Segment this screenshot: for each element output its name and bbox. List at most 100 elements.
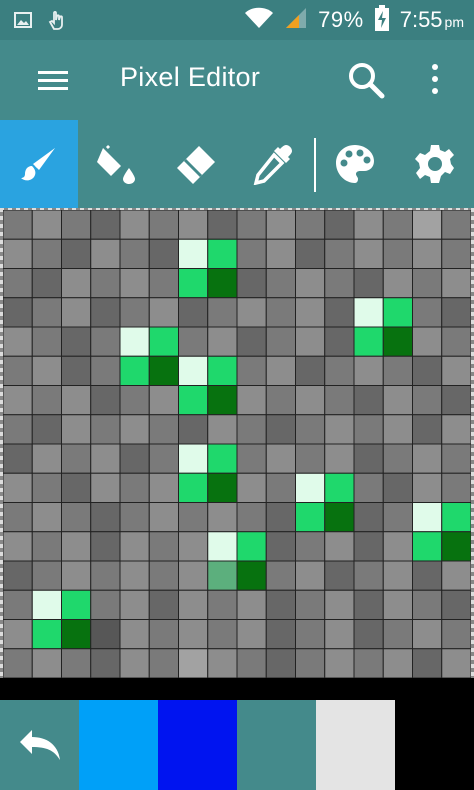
- pixel-cell[interactable]: [178, 531, 209, 562]
- pixel-cell[interactable]: [148, 531, 179, 562]
- pixel-cell[interactable]: [3, 589, 33, 620]
- pixel-cell[interactable]: [119, 326, 150, 357]
- pixel-cell[interactable]: [295, 210, 326, 240]
- pixel-cell[interactable]: [119, 443, 150, 474]
- pixel-cell[interactable]: [207, 531, 238, 562]
- pixel-cell[interactable]: [324, 472, 355, 503]
- pixel-cell[interactable]: [90, 531, 121, 562]
- pixel-cell[interactable]: [441, 355, 471, 386]
- pixel-cell[interactable]: [178, 238, 209, 269]
- pixel-cell[interactable]: [90, 268, 121, 299]
- pixel-cell[interactable]: [265, 589, 296, 620]
- eraser-tool-button[interactable]: [156, 120, 234, 208]
- pixel-cell[interactable]: [295, 648, 326, 678]
- pixel-cell[interactable]: [31, 297, 62, 328]
- pixel-cell[interactable]: [236, 355, 267, 386]
- pixel-cell[interactable]: [148, 560, 179, 591]
- pixel-cell[interactable]: [236, 414, 267, 445]
- pixel-cell[interactable]: [412, 589, 443, 620]
- pixel-cell[interactable]: [61, 326, 92, 357]
- pixel-cell[interactable]: [441, 414, 471, 445]
- pixel-cell[interactable]: [31, 326, 62, 357]
- pixel-cell[interactable]: [441, 238, 471, 269]
- pixel-cell[interactable]: [148, 385, 179, 416]
- pixel-cell[interactable]: [119, 355, 150, 386]
- pixel-cell[interactable]: [178, 443, 209, 474]
- pixel-cell[interactable]: [119, 268, 150, 299]
- pixel-cell[interactable]: [236, 472, 267, 503]
- pixel-cell[interactable]: [295, 414, 326, 445]
- pixel-cell[interactable]: [61, 268, 92, 299]
- pixel-cell[interactable]: [412, 326, 443, 357]
- pixel-cell[interactable]: [382, 560, 413, 591]
- pixel-cell[interactable]: [3, 355, 33, 386]
- pixel-cell[interactable]: [31, 210, 62, 240]
- pixel-cell[interactable]: [236, 560, 267, 591]
- pixel-cell[interactable]: [265, 619, 296, 650]
- pixel-cell[interactable]: [412, 297, 443, 328]
- pixel-cell[interactable]: [31, 385, 62, 416]
- pixel-cell[interactable]: [119, 531, 150, 562]
- pixel-cell[interactable]: [353, 414, 384, 445]
- pixel-cell[interactable]: [178, 355, 209, 386]
- pixel-cell[interactable]: [441, 385, 471, 416]
- pixel-cell[interactable]: [441, 619, 471, 650]
- pixel-cell[interactable]: [207, 326, 238, 357]
- pixel-cell[interactable]: [236, 619, 267, 650]
- pixel-cell[interactable]: [412, 385, 443, 416]
- pixel-cell[interactable]: [441, 326, 471, 357]
- pixel-cell[interactable]: [441, 297, 471, 328]
- pixel-cell[interactable]: [236, 210, 267, 240]
- pixel-cell[interactable]: [295, 531, 326, 562]
- pixel-cell[interactable]: [295, 238, 326, 269]
- pixel-cell[interactable]: [412, 619, 443, 650]
- pixel-cell[interactable]: [178, 648, 209, 678]
- pixel-cell[interactable]: [119, 648, 150, 678]
- pixel-cell[interactable]: [148, 268, 179, 299]
- pixel-cell[interactable]: [61, 589, 92, 620]
- pixel-cell[interactable]: [31, 268, 62, 299]
- pixel-cell[interactable]: [178, 268, 209, 299]
- pixel-cell[interactable]: [90, 472, 121, 503]
- pixel-cell[interactable]: [90, 502, 121, 533]
- pixel-cell[interactable]: [295, 297, 326, 328]
- pixel-cell[interactable]: [148, 443, 179, 474]
- pixel-cell[interactable]: [382, 385, 413, 416]
- pixel-cell[interactable]: [412, 472, 443, 503]
- color-swatch-light-blue[interactable]: [79, 700, 158, 790]
- pixel-cell[interactable]: [441, 531, 471, 562]
- pixel-cell[interactable]: [353, 268, 384, 299]
- eyedropper-tool-button[interactable]: [234, 120, 312, 208]
- pixel-cell[interactable]: [148, 238, 179, 269]
- pixel-cell[interactable]: [236, 648, 267, 678]
- pixel-cell[interactable]: [382, 355, 413, 386]
- pixel-cell[interactable]: [236, 443, 267, 474]
- pixel-cell[interactable]: [148, 648, 179, 678]
- pixel-cell[interactable]: [324, 297, 355, 328]
- pixel-cell[interactable]: [61, 238, 92, 269]
- pixel-cell[interactable]: [265, 648, 296, 678]
- pixel-cell[interactable]: [382, 210, 413, 240]
- undo-button[interactable]: [0, 700, 79, 790]
- pixel-cell[interactable]: [324, 268, 355, 299]
- pixel-cell[interactable]: [265, 268, 296, 299]
- pixel-cell[interactable]: [148, 619, 179, 650]
- pixel-cell[interactable]: [90, 326, 121, 357]
- pixel-cell[interactable]: [3, 560, 33, 591]
- pixel-cell[interactable]: [265, 531, 296, 562]
- pixel-cell[interactable]: [207, 502, 238, 533]
- pixel-cell[interactable]: [3, 443, 33, 474]
- pixel-cell[interactable]: [90, 443, 121, 474]
- pixel-cell[interactable]: [207, 648, 238, 678]
- pixel-cell[interactable]: [382, 589, 413, 620]
- pixel-cell[interactable]: [441, 268, 471, 299]
- pixel-cell[interactable]: [412, 648, 443, 678]
- color-swatch-light-gray[interactable]: [316, 700, 395, 790]
- pixel-cell[interactable]: [236, 326, 267, 357]
- pixel-cell[interactable]: [207, 472, 238, 503]
- pixel-cell[interactable]: [412, 355, 443, 386]
- pixel-cell[interactable]: [90, 385, 121, 416]
- pixel-cell[interactable]: [295, 326, 326, 357]
- pixel-cell[interactable]: [412, 502, 443, 533]
- pixel-cell[interactable]: [31, 443, 62, 474]
